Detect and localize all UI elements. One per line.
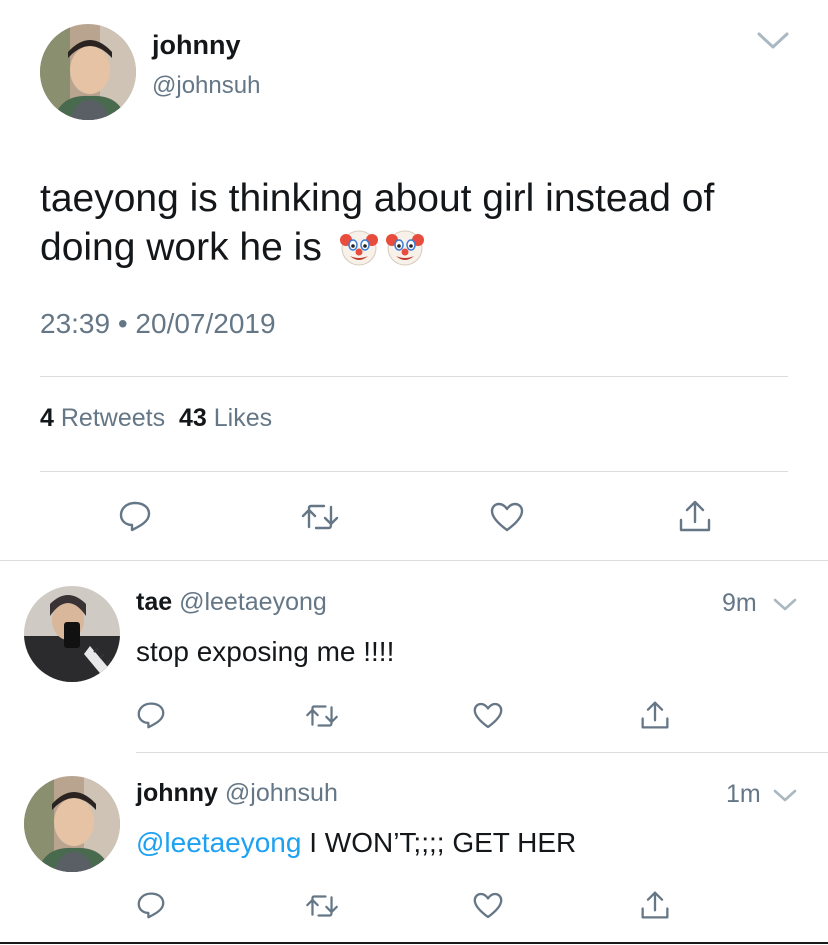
likes-count: 43 xyxy=(178,404,207,432)
share-icon[interactable] xyxy=(640,889,670,921)
chevron-down-icon[interactable] xyxy=(772,597,798,613)
share-icon[interactable] xyxy=(678,498,712,534)
reply-author-handle: @leetaeyong xyxy=(179,588,327,616)
chevron-down-icon[interactable] xyxy=(772,788,798,804)
reply-author-avatar[interactable] xyxy=(24,586,120,682)
retweet-icon[interactable] xyxy=(304,893,340,919)
tweet-text: taeyong is thinking about girl instead o… xyxy=(40,174,800,272)
reply-time: 9m xyxy=(722,589,757,617)
retweet-icon[interactable] xyxy=(300,502,340,532)
tweet-stats: 4 Retweets 43 Likes xyxy=(40,404,272,433)
reply-text: stop exposing me !!!! xyxy=(136,636,395,667)
divider xyxy=(0,560,828,561)
likes-stat[interactable]: 43 Likes xyxy=(179,404,272,432)
retweets-stat[interactable]: 4 Retweets xyxy=(40,404,165,432)
divider xyxy=(40,471,788,472)
clown-face-icon xyxy=(339,227,379,267)
reply-author-avatar[interactable] xyxy=(24,776,120,872)
reply-icon[interactable] xyxy=(118,500,152,532)
chevron-down-icon[interactable] xyxy=(756,30,790,52)
clown-face-icon xyxy=(385,227,425,267)
retweet-icon[interactable] xyxy=(304,703,340,729)
tweet-timestamp[interactable]: 23:39 • 20/07/2019 xyxy=(40,308,276,340)
author-handle[interactable]: @johnsuh xyxy=(152,72,260,100)
mention-link[interactable]: @leetaeyong xyxy=(136,827,301,858)
like-heart-icon[interactable] xyxy=(473,892,503,919)
reply-time: 1m xyxy=(726,780,761,808)
reply-icon[interactable] xyxy=(136,891,166,919)
divider xyxy=(40,376,788,377)
reply-author[interactable]: johnny @johnsuh xyxy=(136,779,338,808)
reply-text-body: I WON’T;;;; GET HER xyxy=(301,827,577,858)
divider xyxy=(0,942,828,944)
author-avatar[interactable] xyxy=(40,24,136,120)
reply-author[interactable]: tae @leetaeyong xyxy=(136,588,327,617)
divider xyxy=(136,752,828,753)
like-heart-icon[interactable] xyxy=(473,702,503,729)
retweets-count: 4 xyxy=(40,404,54,432)
reply-author-name: johnny xyxy=(136,779,218,807)
reply-author-handle: @johnsuh xyxy=(224,779,338,807)
share-icon[interactable] xyxy=(640,699,670,731)
author-name[interactable]: johnny xyxy=(152,30,241,61)
reply-author-name: tae xyxy=(136,588,173,616)
reply-text: @leetaeyong I WON’T;;;; GET HER xyxy=(136,827,576,859)
like-heart-icon[interactable] xyxy=(490,502,524,532)
reply-icon[interactable] xyxy=(136,701,166,729)
retweets-label: Retweets xyxy=(60,404,166,432)
likes-label: Likes xyxy=(213,404,273,432)
